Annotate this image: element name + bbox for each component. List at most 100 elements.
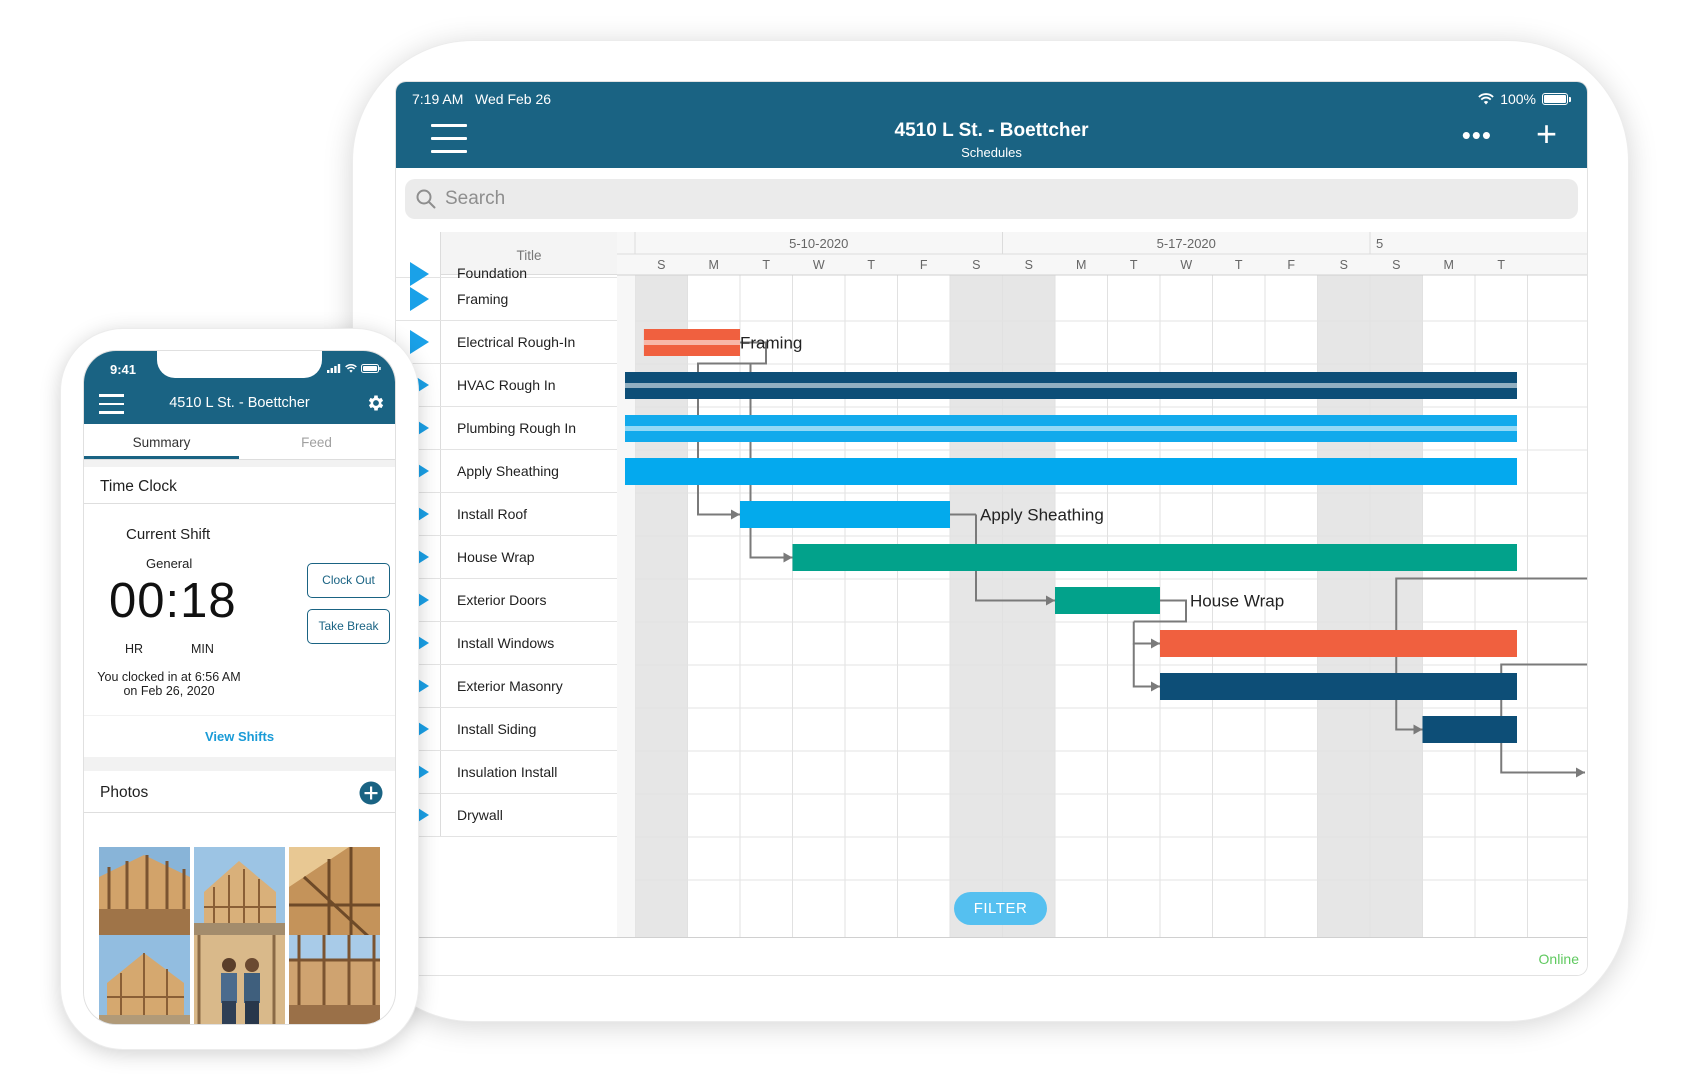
tab-summary[interactable]: Summary [84,435,239,450]
phone-tabs: Summary Feed [84,424,395,460]
task-title: Drywall [457,807,503,823]
current-shift-label: Current Shift [126,526,211,543]
day-label: W [1180,258,1192,272]
task-row[interactable]: Install Roof [396,493,617,536]
task-bar [792,544,1517,571]
time-clock-title: Time Clock [100,478,177,495]
filter-button[interactable]: FILTER [954,892,1047,925]
battery-icon [1542,93,1568,105]
day-label: T [762,258,770,272]
task-progress-stripe [643,340,740,345]
week-label: 5-10-2020 [789,236,848,251]
battery-icon [361,364,381,373]
day-label: S [657,258,665,272]
task-progress-stripe [625,383,1517,388]
phone-notch [157,351,322,378]
photos-title: Photos [100,784,149,801]
task-bar [1055,587,1160,614]
take-break-button[interactable]: Take Break [307,609,390,644]
day-label: T [1497,258,1505,272]
task-title: HVAC Rough In [457,377,556,393]
task-row[interactable]: Exterior Masonry [396,665,617,708]
photo-thumbnail[interactable] [99,935,190,1024]
plus-circle-icon[interactable] [359,781,383,805]
task-title: Electrical Rough-In [457,334,576,350]
task-row[interactable]: Plumbing Rough In [396,407,617,450]
photo-grid [99,847,381,1024]
tablet-footer: Online [396,937,1587,975]
task-title: Insulation Install [457,764,558,780]
tablet-header: 7:19 AM Wed Feb 26 100% 4510 L St. - Boe… [396,82,1587,168]
day-label: S [1392,258,1400,272]
day-label: F [1287,258,1295,272]
task-progress-stripe [625,426,1517,431]
task-title: Install Siding [457,721,537,737]
task-row[interactable]: House Wrap [396,536,617,579]
day-label: S [972,258,980,272]
task-title: Install Windows [457,635,555,651]
task-row[interactable]: Install Windows [396,622,617,665]
search-input[interactable]: Search [445,188,505,210]
dependency-arrow [1151,638,1160,649]
photo-thumbnail[interactable] [99,847,190,937]
day-label: M [709,258,719,272]
task-row[interactable]: Drywall [396,794,617,837]
dependency-arrow [731,509,740,520]
week-label: 5-17-2020 [1157,236,1216,251]
dependency-arrow [1576,767,1585,778]
task-bar [1160,673,1517,700]
task-row[interactable]: Exterior Doors [396,579,617,622]
task-row[interactable]: Electrical Rough-In [396,321,617,364]
search-bar[interactable]: Search [405,179,1578,219]
clock-out-button[interactable]: Clock Out [307,563,390,598]
task-list: Title Foundation Framing Electrical Rough-… [396,232,618,937]
phone-status-icons [327,364,381,373]
gantt-chart: 5-10-2020 5-17-2020 5 S M T W T F S S M T W T F S S M T Fram… [617,232,1587,937]
task-bar [625,458,1517,485]
expand-triangle-icon[interactable] [410,330,429,354]
tab-feed[interactable]: Feed [239,435,394,450]
photo-thumbnail[interactable] [289,935,380,1024]
page-title: 4510 L St. - Boettcher [894,120,1089,141]
gear-icon[interactable] [366,393,386,413]
task-row[interactable]: Apply Sheathing [396,450,617,493]
task-row[interactable]: Install Siding [396,708,617,751]
day-label: M [1076,258,1086,272]
week-label: 5 [1376,236,1383,251]
dependency-line [1132,621,1160,645]
task-bar-label: Apply Sheathing [980,506,1104,525]
day-label: T [1235,258,1243,272]
task-title: Apply Sheathing [457,463,559,479]
task-row[interactable]: Insulation Install [396,751,617,794]
task-row[interactable]: Framing [396,278,617,321]
battery-percent: 100% [1500,91,1536,107]
expand-triangle-icon[interactable] [410,287,429,311]
photo-thumbnail[interactable] [289,847,380,937]
task-title: Exterior Doors [457,592,547,608]
task-row[interactable]: HVAC Rough In [396,364,617,407]
time-clock-card: Time Clock Current Shift General 00:18 H… [84,467,395,715]
ellipsis-icon[interactable]: ••• [1462,122,1492,148]
page-subtitle: Schedules [961,145,1022,160]
task-row[interactable]: Foundation [396,232,617,286]
task-bar [740,501,950,528]
phone-page-title: 4510 L St. - Boettcher [169,395,310,411]
task-bar [1422,716,1517,743]
elapsed-time: 00:18 [109,574,237,628]
active-tab-indicator [84,456,239,459]
dependency-arrow [1151,681,1160,692]
dependency-arrow [783,552,793,563]
photo-thumbnail[interactable] [194,935,285,1024]
task-bar-label: House Wrap [1190,592,1284,611]
plus-icon[interactable]: + [1536,116,1557,152]
day-label: S [1340,258,1348,272]
view-shifts-link[interactable]: View Shifts [84,729,395,744]
day-label: F [920,258,928,272]
phone-screen: 9:41 4510 L St. - Boettcher Summary Feed… [84,351,395,1024]
shift-type: General [146,556,193,571]
photo-thumbnail[interactable] [194,847,285,937]
phone-status-time: 9:41 [110,362,137,377]
day-label: S [1025,258,1033,272]
phone-header: 9:41 4510 L St. - Boettcher [84,351,395,424]
gantt-svg: 5-10-2020 5-17-2020 5S M T W T F S S M T W T F S S M TFram… [617,232,1587,937]
